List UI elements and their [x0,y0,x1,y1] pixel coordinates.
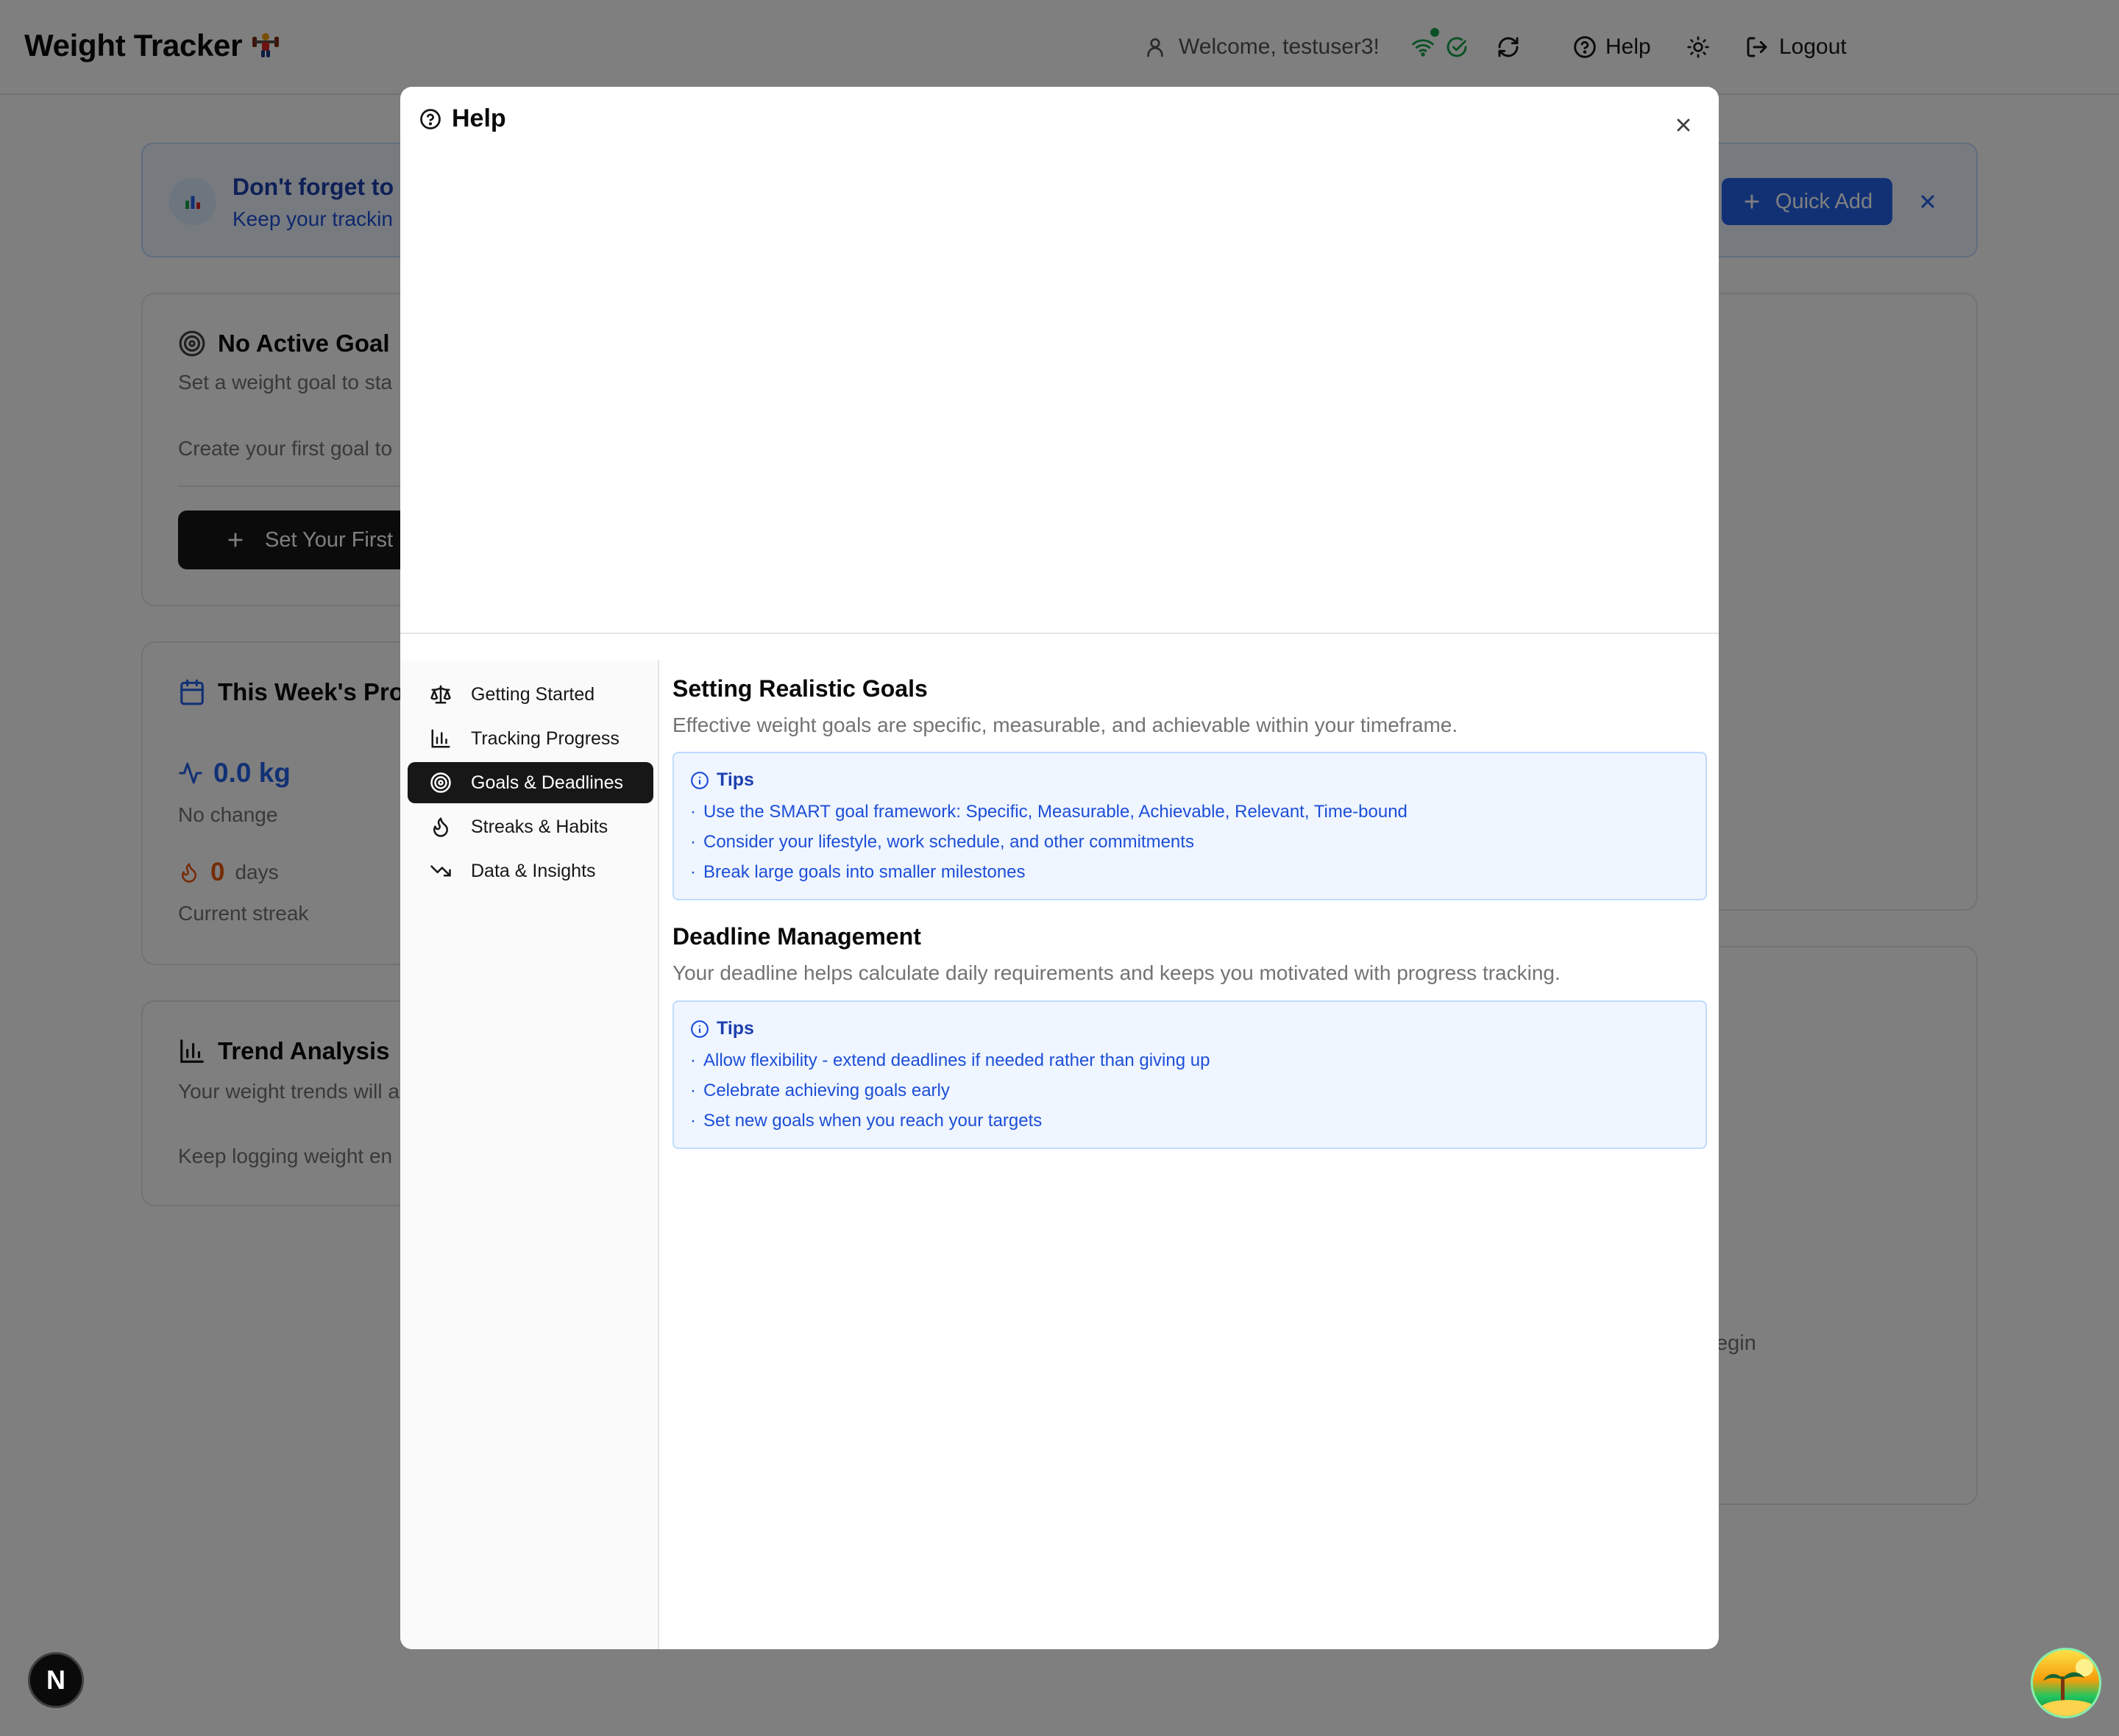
info-icon [691,771,709,789]
section-description: Effective weight goals are specific, mea… [672,714,1458,736]
tip-text: Consider your lifestyle, work schedule, … [703,832,1194,852]
avatar[interactable] [2031,1648,2101,1718]
tip-item: · Break large goals into smaller mileston… [690,862,1026,882]
help-nav-label: Data & Insights [471,860,596,881]
bar-chart-icon [431,729,450,748]
section-description: Your deadline helps calculate daily requ… [672,961,1561,984]
dialog-divider [400,633,1719,634]
close-dialog-button[interactable] [1667,109,1700,141]
help-nav: Getting Started Tracking Progress Goals … [400,661,659,1649]
help-circle-icon [420,108,441,129]
help-dialog: Help Getting Started Tracking Progress G… [400,87,1719,1649]
section-heading: Deadline Management [672,923,921,950]
tip-text: Break large goals into smaller milestone… [703,862,1026,882]
trending-down-icon [430,865,451,877]
help-nav-data-insights[interactable]: Data & Insights [408,850,653,892]
help-nav-tracking-progress[interactable]: Tracking Progress [408,718,653,759]
scale-icon [430,685,451,704]
help-nav-goals-deadlines[interactable]: Goals & Deadlines [408,762,653,803]
help-nav-getting-started[interactable]: Getting Started [408,674,653,715]
close-icon [1677,118,1690,132]
section-heading: Setting Realistic Goals [672,675,928,702]
tip-item: · Consider your lifestyle, work schedule,… [690,832,1194,852]
help-dialog-title: Help [419,104,506,133]
tip-item: · Celebrate achieving goals early [690,1081,950,1100]
tip-text: Celebrate achieving goals early [703,1081,950,1100]
dev-badge-letter: N [46,1665,65,1695]
help-nav-label: Getting Started [471,683,595,705]
tip-item: · Use the SMART goal framework: Specific,… [690,802,1408,822]
target-icon [430,772,451,793]
tip-text: Use the SMART goal framework: Specific, … [703,802,1408,822]
tips-header: Tips [690,769,754,791]
tip-item: · Set new goals when you reach your targe… [690,1111,1043,1131]
tip-item: · Allow flexibility - extend deadlines if… [690,1050,1210,1070]
help-nav-streaks-habits[interactable]: Streaks & Habits [408,806,653,847]
help-dialog-title-text: Help [452,104,506,132]
flame-icon [433,817,448,837]
tip-text: Set new goals when you reach your target… [703,1111,1043,1131]
tips-label: Tips [717,1018,754,1039]
tips-label: Tips [717,769,754,790]
tips-header: Tips [690,1018,754,1039]
help-nav-label: Streaks & Habits [471,816,608,837]
dev-tools-badge[interactable]: N [28,1652,84,1708]
tips-box: Tips · Allow flexibility - extend deadlin… [672,1000,1707,1149]
tips-box: Tips · Use the SMART goal framework: Spec… [672,752,1707,900]
tip-text: Allow flexibility - extend deadlines if … [703,1050,1210,1070]
info-icon [691,1020,709,1038]
help-nav-label: Tracking Progress [471,728,620,749]
help-nav-label: Goals & Deadlines [471,772,624,793]
